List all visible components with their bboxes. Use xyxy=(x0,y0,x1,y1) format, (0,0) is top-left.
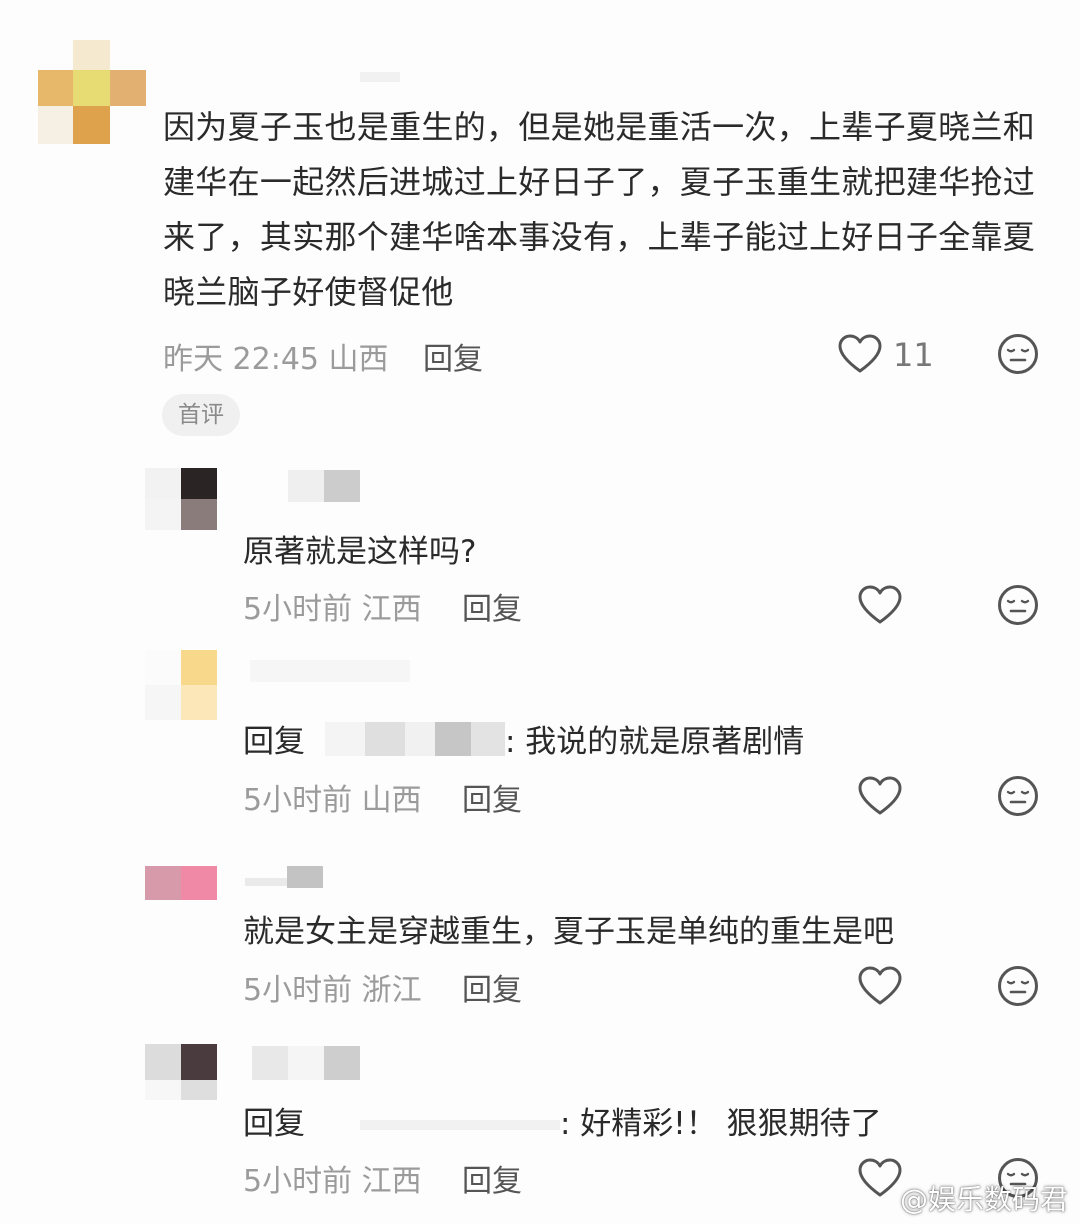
avatar[interactable] xyxy=(38,40,146,144)
avatar[interactable] xyxy=(145,468,217,530)
heart-outline-icon[interactable] xyxy=(858,585,902,625)
username-blur xyxy=(252,1046,288,1080)
username-blur xyxy=(324,1046,360,1080)
reply-text: 原著就是这样吗? xyxy=(243,534,477,570)
mention-blur xyxy=(405,722,435,756)
mention-blur xyxy=(471,722,505,756)
avatar[interactable] xyxy=(145,650,217,720)
reply-prefix: 回复 xyxy=(243,1106,305,1142)
neutral-face-icon[interactable] xyxy=(997,775,1039,817)
reply-prefix: 回复 xyxy=(243,724,305,760)
reply-button[interactable]: 回复 xyxy=(462,1156,522,1200)
heart-outline-icon[interactable] xyxy=(858,1158,902,1198)
comment-text: 因为夏子玉也是重生的，但是她是重活一次，上辈子夏晓兰和建华在一起然后进城过上好日… xyxy=(163,108,1036,311)
reply-meta: 5小时前 山西 xyxy=(243,783,422,818)
reply-button[interactable]: 回复 xyxy=(462,584,522,628)
mention-blur xyxy=(325,722,365,756)
watermark: @娱乐数码君 xyxy=(899,1183,1068,1216)
mention-blur xyxy=(360,1120,560,1130)
reply-text: 就是女主是穿越重生，夏子玉是单纯的重生是吧 xyxy=(243,914,894,950)
avatar[interactable] xyxy=(145,866,217,900)
mention-blur xyxy=(365,722,405,756)
reply-text: : 好精彩!！ 狠狠期待了 xyxy=(560,1106,882,1142)
heart-outline-icon[interactable] xyxy=(838,334,882,374)
heart-outline-icon[interactable] xyxy=(858,966,902,1006)
heart-outline-icon[interactable] xyxy=(858,776,902,816)
reply-meta: 5小时前 浙江 xyxy=(243,973,422,1008)
username-blur xyxy=(250,660,410,682)
reply-button[interactable]: 回复 xyxy=(462,965,522,1009)
reply-text: : 我说的就是原著剧情 xyxy=(505,724,805,760)
mention-blur xyxy=(435,722,471,756)
reply-button[interactable]: 回复 xyxy=(462,775,522,819)
first-comment-badge: 首评 xyxy=(162,394,240,436)
avatar[interactable] xyxy=(145,1044,217,1100)
username-blur xyxy=(288,470,324,502)
comment-meta: 昨天 22:45 山西 xyxy=(163,342,389,377)
neutral-face-icon[interactable] xyxy=(997,965,1039,1007)
username-blur xyxy=(360,72,400,82)
username-blur xyxy=(287,866,323,888)
username-blur xyxy=(288,1046,324,1080)
neutral-face-icon[interactable] xyxy=(997,333,1039,375)
neutral-face-icon[interactable] xyxy=(997,584,1039,626)
reply-meta: 5小时前 江西 xyxy=(243,1164,422,1199)
reply-button[interactable]: 回复 xyxy=(423,334,483,378)
username-blur xyxy=(324,470,360,502)
username-blur xyxy=(245,878,287,886)
comment-thread: 因为夏子玉也是重生的，但是她是重活一次，上辈子夏晓兰和建华在一起然后进城过上好日… xyxy=(0,0,1080,1224)
like-count: 11 xyxy=(893,336,934,374)
reply-meta: 5小时前 江西 xyxy=(243,592,422,627)
